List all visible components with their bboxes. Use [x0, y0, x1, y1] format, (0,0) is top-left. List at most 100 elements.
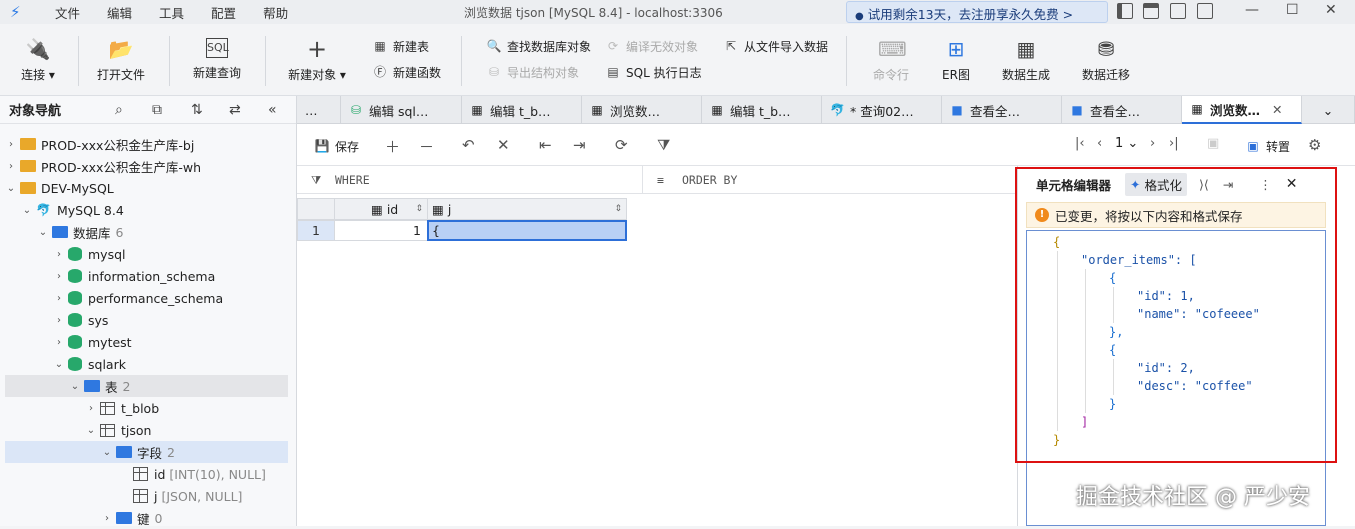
chevron-right-icon[interactable]: ›	[5, 139, 17, 150]
er-diagram-button[interactable]: ⊞ ER图	[918, 38, 994, 83]
tree-item-table-t-blob[interactable]: › t_blob	[5, 397, 288, 419]
more-icon[interactable]: ⋮	[1259, 177, 1272, 192]
menu-file[interactable]: 文件	[55, 3, 80, 22]
tab-view-all-1[interactable]: ■ 查看全…	[942, 96, 1062, 124]
sort-icon[interactable]: ⇕	[614, 204, 622, 214]
maximize-icon[interactable]: ☐	[1286, 2, 1299, 18]
tree-item-column-j[interactable]: j [JSON, NULL]	[5, 485, 288, 507]
chevron-right-icon[interactable]: ›	[5, 161, 17, 172]
sort-icon[interactable]: ⇅	[191, 102, 203, 118]
export-structure-button[interactable]: ⛁ 导出结构对象	[486, 62, 579, 82]
chevron-down-icon[interactable]: ⌄	[53, 359, 65, 370]
tab-browse-data-1[interactable]: ▦ 浏览数…	[582, 96, 702, 124]
tab-edit-sql[interactable]: ⛁ 编辑 sql…	[341, 96, 462, 124]
chevron-right-icon[interactable]: ›	[53, 315, 65, 326]
tree-item-db-mysql[interactable]: › mysql	[5, 243, 288, 265]
tree-item-tables[interactable]: ⌄ 表 2	[5, 375, 288, 397]
tab-browse-data-active[interactable]: ▦ 浏览数… ✕	[1182, 96, 1302, 124]
open-file-button[interactable]: 📂 打开文件	[83, 38, 159, 83]
layout-left-icon[interactable]	[1117, 3, 1133, 19]
tree-item-db-performance-schema[interactable]: › performance_schema	[5, 287, 288, 309]
refresh-icon[interactable]: ⟳	[615, 136, 628, 154]
find-object-button[interactable]: 🔍 查找数据库对象	[486, 36, 592, 56]
tab-view-all-2[interactable]: ■ 查看全…	[1062, 96, 1182, 124]
chevron-down-icon[interactable]: ⌄	[101, 447, 113, 458]
import-from-file-button[interactable]: ⇱ 从文件导入数据	[723, 36, 828, 56]
compress-icon[interactable]: ⟩⟨	[1199, 177, 1209, 192]
sql-log-button[interactable]: ▤ SQL 执行日志	[605, 62, 701, 82]
data-gen-button[interactable]: ▦ 数据生成	[988, 38, 1064, 83]
next-page-icon[interactable]: ›	[1150, 136, 1155, 151]
save-button[interactable]: 💾 保存	[314, 136, 360, 156]
chevron-down-icon[interactable]: ⌄	[5, 183, 17, 194]
tree-item-column-id[interactable]: id [INT(10), NULL]	[5, 463, 288, 485]
transpose-button[interactable]: ▣ 转置	[1245, 136, 1290, 156]
tab-edit-t-b-2[interactable]: ▦ 编辑 t_b…	[702, 96, 822, 124]
column-header-id[interactable]: ▦ id ⇕	[334, 198, 428, 220]
chevron-right-icon[interactable]: ›	[53, 293, 65, 304]
tree-item-columns[interactable]: ⌄ 字段 2	[5, 441, 288, 463]
chevron-down-icon[interactable]: ⌄	[21, 205, 33, 216]
tree-item-mysql-server[interactable]: ⌄ 🐬 MySQL 8.4	[5, 199, 288, 221]
chevron-down-icon[interactable]: ⌄	[37, 227, 49, 238]
export-icon[interactable]: ⇥	[573, 136, 586, 154]
search-icon[interactable]: ⌕	[115, 102, 123, 118]
collapse-panel-icon[interactable]: «	[268, 102, 277, 118]
tree-item-db-sqlark[interactable]: ⌄ sqlark	[5, 353, 288, 375]
order-by-input[interactable]: ORDER BY	[682, 173, 737, 187]
cell-j-selected[interactable]: {	[427, 220, 627, 241]
tree-item-dev-mysql[interactable]: ⌄ DEV-MySQL	[5, 177, 288, 199]
tab-overflow[interactable]: …	[297, 96, 341, 124]
last-page-icon[interactable]: ›|	[1169, 136, 1179, 151]
delete-row-icon[interactable]: －	[419, 136, 434, 157]
close-panel-icon[interactable]: ✕	[1286, 176, 1298, 192]
tree-item-db-mytest[interactable]: › mytest	[5, 331, 288, 353]
menu-config[interactable]: 配置	[211, 3, 236, 22]
new-query-button[interactable]: SQL 新建查询	[179, 38, 255, 81]
tree-item-db-information-schema[interactable]: › information_schema	[5, 265, 288, 287]
new-object-button[interactable]: + 新建对象 ▾	[279, 37, 355, 83]
trial-banner[interactable]: 试用剩余13天，去注册享永久免费 >	[846, 1, 1108, 23]
cell-id[interactable]: 1	[334, 220, 428, 241]
format-button[interactable]: ✦ 格式化	[1125, 172, 1188, 196]
tree-item-db-sys[interactable]: › sys	[5, 309, 288, 331]
discard-icon[interactable]: ✕	[497, 136, 510, 154]
filter-icon[interactable]: ⧩	[657, 136, 670, 154]
first-page-icon[interactable]: |‹	[1075, 136, 1085, 151]
minimize-icon[interactable]: —	[1245, 2, 1259, 18]
data-migrate-button[interactable]: ⛃ 数据迁移	[1068, 38, 1144, 83]
chevron-right-icon[interactable]: ›	[85, 403, 97, 414]
chevron-right-icon[interactable]: ›	[53, 271, 65, 282]
close-tab-icon[interactable]: ✕	[1272, 102, 1282, 117]
row-number[interactable]: 1	[297, 220, 335, 241]
stop-icon[interactable]: ▣	[1207, 136, 1219, 151]
tab-edit-t-blob[interactable]: ▦ 编辑 t_b…	[462, 96, 582, 124]
compile-invalid-button[interactable]: ⟳ 编译无效对象	[605, 36, 698, 56]
tree-item-databases[interactable]: ⌄ 数据库 6	[5, 221, 288, 243]
layout-split-icon[interactable]	[1170, 3, 1186, 19]
tab-query-02[interactable]: 🐬 * 查询02…	[822, 96, 942, 124]
sync-icon[interactable]: ⇄	[229, 102, 241, 118]
new-function-button[interactable]: Ⓕ 新建函数	[372, 62, 441, 82]
close-window-icon[interactable]: ✕	[1325, 2, 1337, 18]
layout-top-icon[interactable]	[1143, 3, 1159, 19]
add-row-icon[interactable]: ＋	[385, 136, 400, 157]
wrap-icon[interactable]: ⇥	[1223, 177, 1233, 192]
page-select[interactable]: 1 ⌄	[1115, 136, 1138, 151]
chevron-right-icon[interactable]: ›	[53, 249, 65, 260]
tree-item-conn-wh[interactable]: › PROD-xxx公积金生产库-wh	[5, 155, 288, 177]
menu-edit[interactable]: 编辑	[107, 3, 132, 22]
import-icon[interactable]: ⇤	[539, 136, 552, 154]
where-input[interactable]: WHERE	[335, 173, 370, 187]
menu-tools[interactable]: 工具	[159, 3, 184, 22]
tab-menu-button[interactable]: ⌄	[1302, 96, 1355, 124]
chevron-right-icon[interactable]: ›	[53, 337, 65, 348]
tree-item-conn-bj[interactable]: › PROD-xxx公积金生产库-bj	[5, 133, 288, 155]
fullscreen-icon[interactable]	[1197, 3, 1213, 19]
chevron-down-icon[interactable]: ⌄	[69, 381, 81, 392]
new-table-button[interactable]: ▦ 新建表	[372, 36, 429, 56]
prev-page-icon[interactable]: ‹	[1097, 136, 1102, 151]
connect-button[interactable]: 🔌 连接 ▾	[0, 38, 76, 83]
new-window-icon[interactable]: ⧉	[152, 102, 162, 118]
undo-icon[interactable]: ↶	[462, 136, 475, 154]
